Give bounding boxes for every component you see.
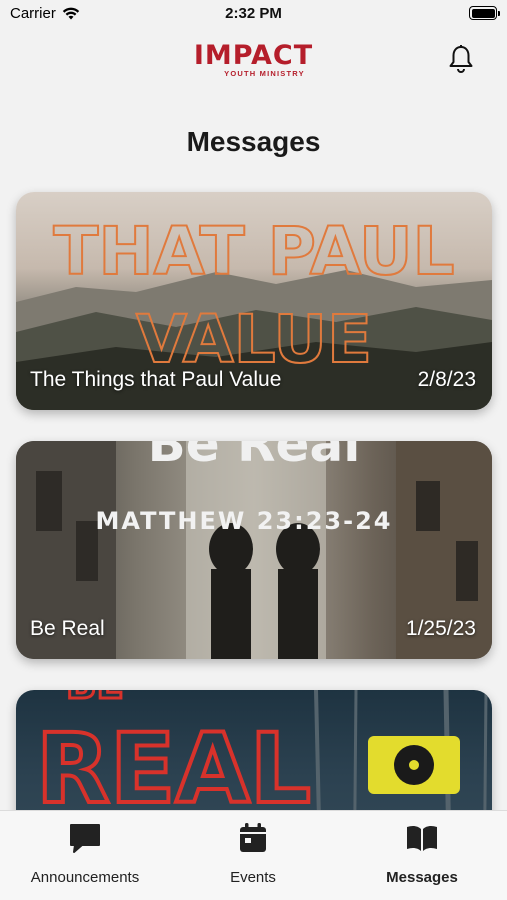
chat-bubble-icon xyxy=(70,824,100,853)
logo-sub-text: YOUTH MINISTRY xyxy=(224,69,305,78)
thumbnail-art-text: THAT PAUL xyxy=(53,213,454,290)
message-title: Be Real xyxy=(30,617,105,640)
message-date: 1/25/23 xyxy=(405,617,476,640)
page-title: Messages xyxy=(186,126,321,157)
thumbnail-art-text: MATTHEW 23:23-24 xyxy=(96,507,393,535)
tab-bar: Announcements Events Messages xyxy=(0,810,507,900)
impact-logo: IMPACT YOUTH MINISTRY xyxy=(0,42,507,78)
thumbnail-art-text: REAL xyxy=(36,713,311,825)
tab-label: Events xyxy=(230,869,276,886)
message-card[interactable]: THAT PAUL VALUE The Things that Paul Val… xyxy=(16,192,492,410)
tab-messages[interactable]: Messages xyxy=(337,821,507,886)
tab-announcements[interactable]: Announcements xyxy=(0,821,170,886)
app-header: IMPACT YOUTH MINISTRY xyxy=(0,36,507,86)
calendar-icon xyxy=(240,823,266,852)
status-bar: Carrier 2:32 PM xyxy=(0,0,507,28)
logo-main-text: IMPACT xyxy=(193,40,314,71)
thumbnail-art-text: BE xyxy=(66,690,124,708)
bell-icon[interactable] xyxy=(447,44,475,74)
battery-icon xyxy=(469,6,500,20)
message-card[interactable]: Be Real MATTHEW 23:23-24 Be Real 1/25/23 xyxy=(16,441,492,659)
thumbnail-art-text: Be Real xyxy=(148,441,361,473)
tab-label: Announcements xyxy=(30,869,140,886)
message-date: 2/8/23 xyxy=(417,368,476,391)
tab-events[interactable]: Events xyxy=(168,821,338,886)
clock: 2:32 PM xyxy=(225,5,282,22)
tab-label: Messages xyxy=(386,869,458,886)
book-icon xyxy=(407,825,437,851)
message-title: The Things that Paul Value xyxy=(30,368,282,391)
thumbnail-art-text: VALUE xyxy=(136,301,372,378)
